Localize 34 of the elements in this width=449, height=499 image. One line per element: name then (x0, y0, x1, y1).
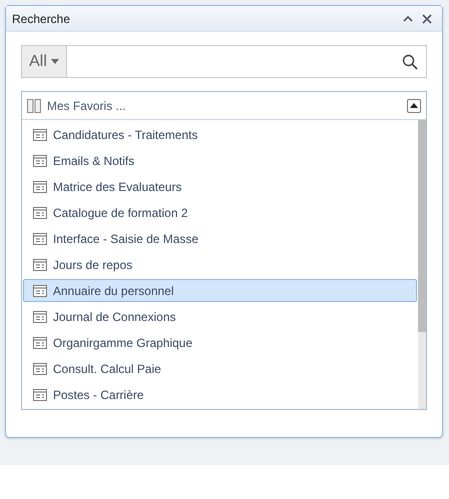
list-icon (33, 154, 47, 166)
favorites-icon (27, 98, 41, 112)
list-icon (33, 284, 47, 296)
list-icon (33, 310, 47, 322)
list-icon (33, 388, 47, 400)
search-icon[interactable] (402, 54, 418, 70)
list-icon (33, 180, 47, 192)
list-icon (33, 206, 47, 218)
favorite-item[interactable]: Postes - Carrière (23, 383, 417, 406)
favorite-item[interactable]: Interface - Saisie de Masse (23, 227, 417, 250)
favorite-item[interactable]: Annuaire du personnel (23, 279, 417, 302)
favorite-item[interactable]: Jours de repos (23, 253, 417, 276)
favorite-item[interactable]: Catalogue de formation 2 (23, 201, 417, 224)
favorite-item[interactable]: Candidatures - Traitements (23, 123, 417, 146)
favorite-item[interactable]: Emails & Notifs (23, 149, 417, 172)
list-icon (33, 336, 47, 348)
favorite-item[interactable]: Consult. Calcul Paie (23, 357, 417, 380)
favorites-title[interactable]: Mes Favoris ... (47, 96, 407, 114)
collapse-button[interactable] (407, 98, 421, 112)
favorite-item[interactable]: Matrice des Evaluateurs (23, 175, 417, 198)
close-icon[interactable] (422, 14, 432, 24)
list-icon (33, 362, 47, 374)
search-field[interactable]: All (21, 45, 427, 78)
scope-dropdown[interactable]: All (22, 46, 67, 77)
list-icon (33, 258, 47, 270)
window-title: Recherche (12, 10, 72, 28)
favorite-item[interactable]: Journal de Connexions (23, 305, 417, 328)
list-icon (33, 128, 47, 140)
triangle-icon (410, 103, 418, 108)
scrollbar[interactable] (418, 120, 426, 409)
caret-icon (50, 59, 59, 64)
favorite-item[interactable]: Organirgamme Graphique (23, 331, 417, 354)
list-icon (33, 232, 47, 244)
collapse-icon[interactable] (403, 15, 413, 22)
